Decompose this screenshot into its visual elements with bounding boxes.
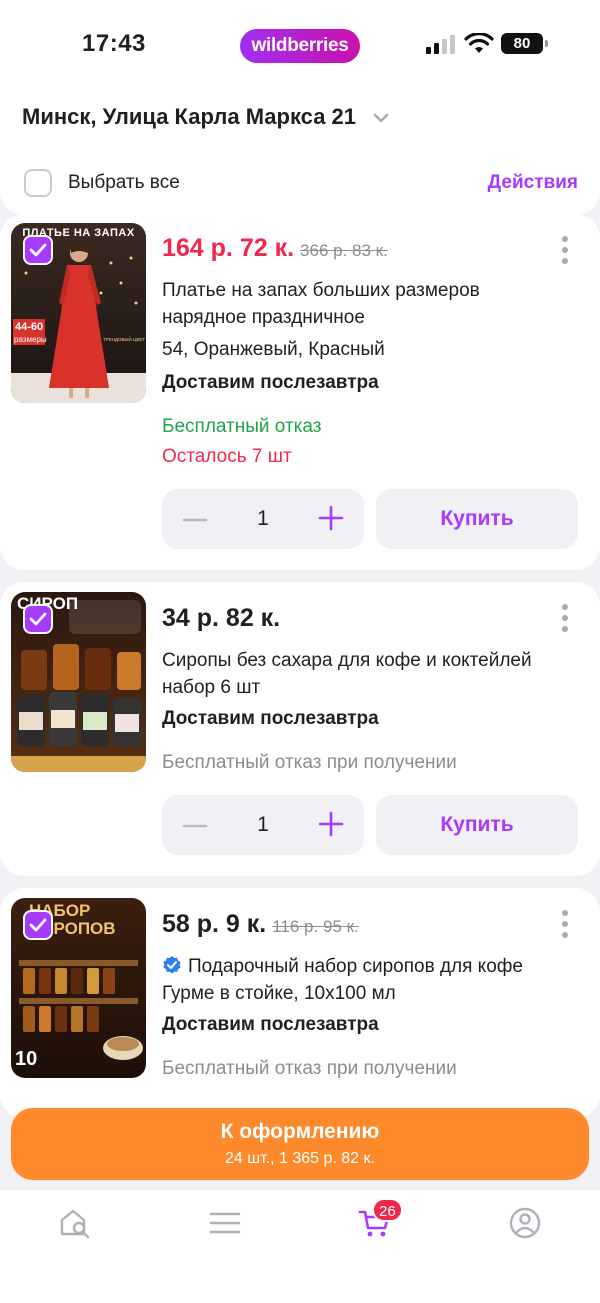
- stock-note: Осталось 7 шт: [162, 446, 292, 467]
- delivery-info: Доставим послезавтра: [162, 372, 379, 393]
- verified-badge-icon: [163, 956, 181, 974]
- thumb-sizes-word: размеры: [14, 335, 47, 344]
- more-options-icon[interactable]: [562, 910, 570, 942]
- product-title[interactable]: Сиропы без сахара для кофе и коктейлей н…: [162, 647, 562, 701]
- plus-icon[interactable]: [318, 505, 344, 531]
- price-row: 164 р. 72 к. 366 р. 83 к.: [162, 234, 388, 263]
- minus-icon[interactable]: [182, 813, 208, 839]
- buy-button[interactable]: Купить: [376, 489, 578, 549]
- current-price: 34 р. 82 к.: [162, 604, 281, 632]
- minus-icon[interactable]: [182, 507, 208, 533]
- plus-icon[interactable]: [318, 811, 344, 837]
- thumb-sizes: 44-60: [15, 321, 44, 333]
- cart-item: СИРОП 34 р. 82 к. Сиропы без сахара для …: [0, 582, 600, 876]
- bottom-tab-bar: 26: [0, 1190, 600, 1303]
- status-time: 17:43: [82, 30, 146, 57]
- home-search-icon[interactable]: [58, 1206, 92, 1240]
- header: Минск, Улица Карла Маркса 21: [0, 92, 600, 152]
- product-title[interactable]: Платье на запах больших размеров нарядно…: [162, 277, 562, 331]
- checkmark-icon: [29, 243, 47, 257]
- profile-icon[interactable]: [508, 1206, 542, 1240]
- old-price: 366 р. 83 к.: [300, 241, 388, 260]
- buy-button[interactable]: Купить: [376, 795, 578, 855]
- price-row: 34 р. 82 к.: [162, 604, 280, 633]
- product-attributes: 54, Оранжевый, Красный: [162, 339, 385, 360]
- delivery-info: Доставим послезавтра: [162, 708, 379, 729]
- more-options-icon[interactable]: [562, 604, 570, 636]
- quantity-value: 1: [257, 507, 269, 530]
- thumb-count: 10: [15, 1048, 38, 1070]
- brand-logo: wildberries: [240, 29, 360, 63]
- item-checkbox[interactable]: [23, 235, 53, 265]
- select-all-label[interactable]: Выбрать все: [68, 172, 180, 194]
- cellular-signal-icon: [426, 34, 456, 54]
- svg-text:ТРЕНДОВЫЙ ЦВЕТ: ТРЕНДОВЫЙ ЦВЕТ: [103, 335, 145, 342]
- select-all-checkbox[interactable]: [24, 169, 52, 197]
- product-image-dress[interactable]: ТРЕНДОВЫЙ ЦВЕТ ПЛАТЬЕ НА ЗАПАХ 44-60 раз…: [11, 223, 146, 403]
- cart-count-badge: 26: [372, 1198, 403, 1222]
- checkmark-icon: [29, 612, 47, 626]
- item-checkbox[interactable]: [23, 604, 53, 634]
- return-note: Бесплатный отказ при получении: [162, 1058, 457, 1079]
- wifi-icon: [464, 33, 494, 53]
- cart-item: НАБОР СИРОПОВ 10 58 р. 9 к. 116 р. 95 к. …: [0, 888, 600, 1118]
- old-price: 116 р. 95 к.: [272, 917, 359, 936]
- product-image-syrup-set[interactable]: НАБОР СИРОПОВ 10: [11, 898, 146, 1078]
- cart-item: ТРЕНДОВЫЙ ЦВЕТ ПЛАТЬЕ НА ЗАПАХ 44-60 раз…: [0, 214, 600, 570]
- actions-button[interactable]: Действия: [488, 172, 578, 194]
- status-bar: 17:43 wildberries 80: [0, 0, 600, 92]
- battery-indicator: 80: [501, 33, 548, 54]
- checkout-summary: 24 шт., 1 365 р. 82 к.: [225, 1150, 375, 1167]
- price-row: 58 р. 9 к. 116 р. 95 к.: [162, 910, 359, 939]
- item-checkbox[interactable]: [23, 910, 53, 940]
- checkout-button[interactable]: К оформлению 24 шт., 1 365 р. 82 к.: [11, 1108, 589, 1180]
- quantity-stepper: 1: [162, 795, 364, 855]
- checkmark-icon: [29, 918, 47, 932]
- chevron-down-icon[interactable]: [372, 112, 390, 124]
- product-title-text: Подарочный набор сиропов для кофе Гурме …: [162, 956, 523, 1004]
- select-all-bar: Выбрать все Действия: [0, 152, 600, 214]
- return-note: Бесплатный отказ при получении: [162, 752, 457, 773]
- current-price: 164 р. 72 к.: [162, 234, 295, 262]
- return-note: Бесплатный отказ: [162, 416, 322, 437]
- product-image-syrups[interactable]: СИРОП: [11, 592, 146, 772]
- menu-icon[interactable]: [208, 1206, 242, 1240]
- current-price: 58 р. 9 к.: [162, 910, 267, 938]
- delivery-address[interactable]: Минск, Улица Карла Маркса 21: [22, 104, 356, 130]
- quantity-value: 1: [257, 813, 269, 836]
- delivery-info: Доставим послезавтра: [162, 1014, 379, 1035]
- more-options-icon[interactable]: [562, 236, 570, 268]
- checkout-label: К оформлению: [220, 1120, 380, 1143]
- product-title[interactable]: Подарочный набор сиропов для кофе Гурме …: [162, 953, 562, 1007]
- quantity-stepper: 1: [162, 489, 364, 549]
